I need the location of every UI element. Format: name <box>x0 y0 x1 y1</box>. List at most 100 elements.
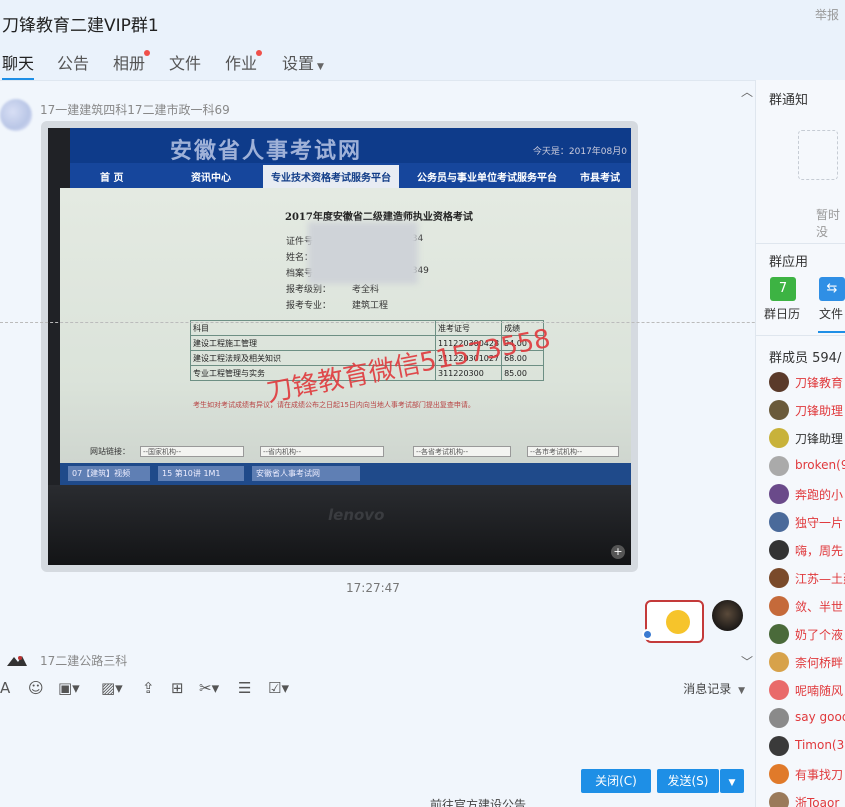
member-name: broken(96 <box>795 458 845 472</box>
screen-dashed-line <box>0 322 845 323</box>
close-button[interactable]: 关闭(C) <box>581 769 651 793</box>
member-row[interactable]: 奶了个液 <box>756 620 845 648</box>
member-row[interactable]: say goodb <box>756 704 845 732</box>
member-row[interactable]: Timon(308 <box>756 732 845 760</box>
photo-nav-item: 专业技术资格考试服务平台 <box>263 165 399 188</box>
member-row[interactable]: 奔跑的小 <box>756 480 845 508</box>
group-sidebar: 群通知 暂时没 群应用 7 群日历 ⇆ 文件 群成员 594/ 刀锋教育 刀锋助理… <box>755 80 845 807</box>
member-row[interactable]: 浙Toaor <box>756 788 845 807</box>
chat-panel[interactable]: ︿ 17一建建筑四科17二建市政一科69 安徽省人事考试网 今天是：2017年0… <box>0 80 755 670</box>
member-name: 浙Toaor <box>795 796 840 807</box>
avatar[interactable] <box>0 99 32 131</box>
report-link[interactable]: 举报 <box>815 6 839 23</box>
checklist-icon[interactable]: ☑▾ <box>268 679 289 697</box>
photo-site-header: 安徽省人事考试网 今天是：2017年08月0 <box>70 128 631 164</box>
member-row[interactable]: broken(96 <box>756 452 845 480</box>
member-name: 奶了个液 <box>795 628 844 642</box>
tab-homework[interactable]: 作业 <box>225 50 263 80</box>
message-history-button[interactable]: 消息记录 ▼ <box>683 680 745 697</box>
avatar[interactable] <box>769 428 789 448</box>
app-calendar-label[interactable]: 群日历 <box>764 305 800 322</box>
screenshot-photo[interactable]: 安徽省人事考试网 今天是：2017年08月0 首 页 资讯中心 专业技术资格考试… <box>48 128 631 565</box>
message-input[interactable]: 关闭(C) 发送(S) ▼ <box>0 704 755 807</box>
calendar-icon[interactable]: 7 <box>770 277 796 301</box>
member-name: 江苏—土建 <box>795 572 845 586</box>
tab-chat[interactable]: 聊天 <box>2 50 35 80</box>
font-icon[interactable]: A <box>0 679 10 697</box>
photo-field-value: 建筑工程 <box>352 301 389 311</box>
member-name: 刀锋教育 <box>795 376 844 390</box>
image-message[interactable]: 安徽省人事考试网 今天是：2017年08月0 首 页 资讯中心 专业技术资格考试… <box>41 121 638 572</box>
tab-bar: 聊天 公告 相册 文件 作业 设置 ▼ <box>0 44 845 80</box>
avatar[interactable] <box>6 654 28 668</box>
avatar[interactable] <box>769 456 789 476</box>
photo-nav-item: 资讯中心 <box>191 173 231 184</box>
member-row[interactable]: 嗨，周先 <box>756 536 845 564</box>
avatar[interactable] <box>769 652 789 672</box>
avatar[interactable] <box>769 736 789 756</box>
member-row[interactable]: 柰何桥畔 <box>756 648 845 676</box>
avatar[interactable] <box>769 596 789 616</box>
send-button[interactable]: 发送(S) <box>657 769 719 793</box>
document-icon[interactable]: ☰ <box>238 679 251 697</box>
caret-down-icon: ▼ <box>728 778 736 788</box>
tab-files[interactable]: 文件 <box>169 50 201 80</box>
avatar[interactable] <box>769 540 789 560</box>
avatar[interactable] <box>769 680 789 700</box>
member-row[interactable]: 刀锋助理 <box>756 424 845 452</box>
member-name: 呢喃随风 <box>795 684 844 698</box>
tab-chat-label: 聊天 <box>2 54 35 73</box>
collapse-down-icon[interactable]: ﹀ <box>741 653 753 670</box>
tab-settings-label: 设置 <box>282 54 315 73</box>
tab-album-label: 相册 <box>113 54 146 73</box>
members-title: 群成员 594/ <box>769 351 842 366</box>
zoom-in-icon[interactable]: + <box>611 545 625 559</box>
file-icon[interactable]: ⇆ <box>819 277 845 301</box>
app-file-label[interactable]: 文件 <box>819 305 843 322</box>
photo-date: 今天是：2017年08月0 <box>532 147 627 157</box>
avatar[interactable] <box>769 708 789 728</box>
photo-site-name: 安徽省人事考试网 <box>170 138 363 164</box>
tab-album[interactable]: 相册 <box>113 50 151 80</box>
member-name: say goodb <box>795 710 845 724</box>
input-toolbar: A ☺ ▣▾ ▨▾ ⇪ ⊞ ✂▾ ☰ ☑▾ 消息记录 ▼ <box>0 670 755 704</box>
member-row[interactable]: 刀锋教育 <box>756 368 845 396</box>
member-row[interactable]: 江苏—土建 <box>756 564 845 592</box>
tab-settings[interactable]: 设置 ▼ <box>282 50 324 80</box>
tab-announcement[interactable]: 公告 <box>57 50 89 80</box>
avatar[interactable] <box>769 792 789 807</box>
avatar[interactable] <box>769 484 789 504</box>
avatar[interactable] <box>769 568 789 588</box>
member-row[interactable]: 敛、半世 <box>756 592 845 620</box>
avatar[interactable] <box>769 400 789 420</box>
gift-icon[interactable]: ▣▾ <box>58 679 80 697</box>
member-row[interactable]: 独守一片 <box>756 508 845 536</box>
emoji-icon[interactable]: ☺ <box>28 679 44 697</box>
caret-down-icon: ▼ <box>317 62 324 72</box>
avatar[interactable] <box>769 512 789 532</box>
avatar[interactable] <box>769 764 789 784</box>
message-sender-name: 17二建公路三科 <box>40 654 128 668</box>
member-row[interactable]: 呢喃随风 <box>756 676 845 704</box>
collapse-up-icon[interactable]: ︿ <box>741 83 753 100</box>
member-row[interactable]: 刀锋助理 <box>756 396 845 424</box>
notice-title: 群通知 <box>769 93 809 108</box>
avatar[interactable] <box>769 624 789 644</box>
photo-taskbar: 07【建筑】视频 15 第10讲 1M1 安徽省人事考试网 <box>60 463 631 485</box>
member-row[interactable]: 有事找刀 <box>756 760 845 788</box>
emoji-sticker-icon <box>666 610 690 634</box>
package-icon[interactable]: ⊞ <box>171 679 184 697</box>
send-options-button[interactable]: ▼ <box>720 769 744 793</box>
avatar[interactable] <box>769 372 789 392</box>
sticker-message[interactable] <box>645 600 704 643</box>
avatar[interactable] <box>712 600 743 631</box>
upload-icon[interactable]: ⇪ <box>142 679 155 697</box>
photo-site-nav: 首 页 资讯中心 专业技术资格考试服务平台 公务员与事业单位考试服务平台 市县考… <box>70 163 631 188</box>
member-name: 柰何桥畔 <box>795 656 844 670</box>
image-icon[interactable]: ▨▾ <box>101 679 123 697</box>
message-history-label: 消息记录 <box>683 682 732 696</box>
member-name: 有事找刀 <box>795 768 844 782</box>
tab-announcement-label: 公告 <box>57 54 90 73</box>
scissors-icon[interactable]: ✂▾ <box>199 679 219 697</box>
message-sender-name: 17一建建筑四科17二建市政一科69 <box>40 103 230 117</box>
